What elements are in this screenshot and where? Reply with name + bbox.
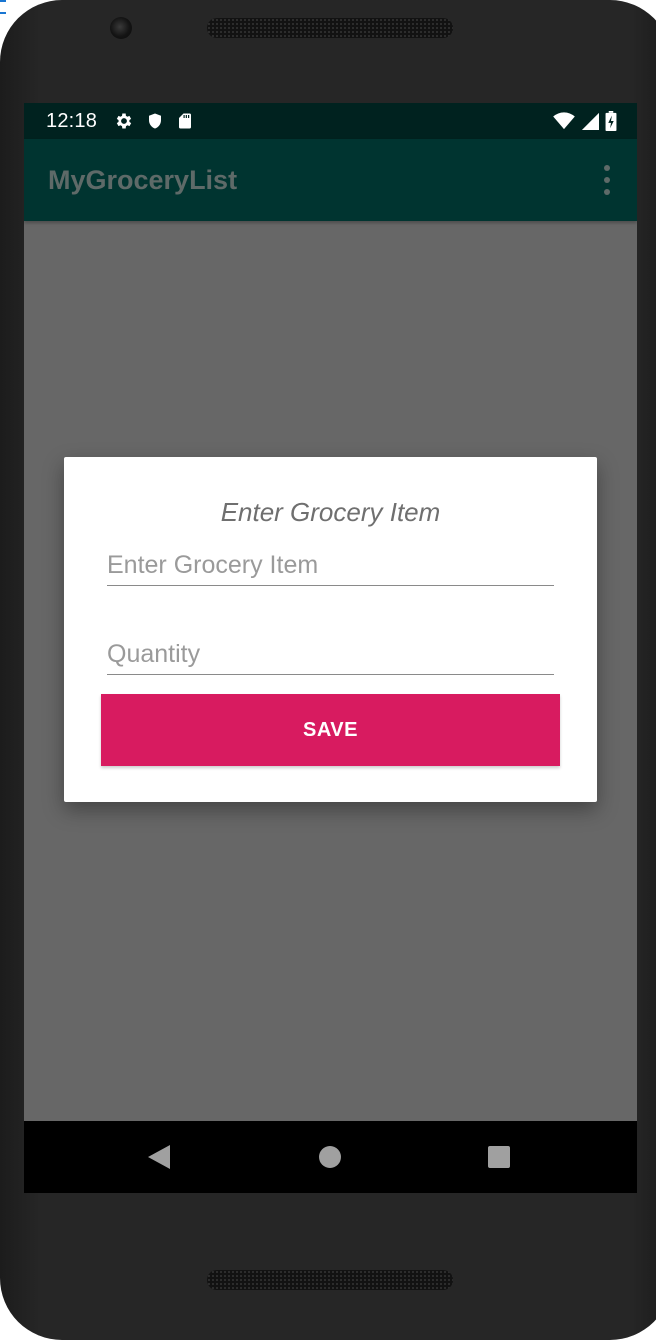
shield-icon: [146, 111, 164, 136]
battery-charging-icon: [605, 111, 617, 136]
save-button[interactable]: SAVE: [101, 694, 560, 766]
navigation-bar: [24, 1121, 637, 1193]
window-edge-marker: [0, 0, 6, 14]
top-speaker-grille: [207, 18, 453, 38]
dialog-title: Enter Grocery Item: [220, 497, 441, 527]
quantity-field: [107, 634, 554, 675]
app-bar: MyGroceryList: [24, 139, 637, 221]
recents-icon[interactable]: [488, 1146, 510, 1168]
device-screen: 12:18 MyGroceryList Enter Grocery Item E…: [24, 103, 637, 1193]
add-item-dialog: Enter Grocery Item SAVE: [64, 457, 597, 802]
wifi-icon: [553, 112, 575, 135]
bottom-speaker-grille: [207, 1270, 453, 1290]
status-time: 12:18: [46, 110, 98, 132]
grocery-item-input[interactable]: [107, 545, 554, 585]
status-bar: 12:18: [24, 103, 637, 139]
menu-dot: [604, 189, 610, 195]
sd-card-icon: [176, 111, 194, 136]
cell-signal-icon: [581, 112, 599, 135]
menu-dot: [604, 177, 610, 183]
grocery-item-field: [107, 545, 554, 586]
app-title: MyGroceryList: [48, 165, 238, 195]
front-camera: [110, 17, 132, 39]
gear-icon: [114, 111, 134, 136]
back-icon[interactable]: [148, 1145, 170, 1174]
home-icon[interactable]: [319, 1146, 341, 1168]
status-notification-icons: [114, 111, 194, 136]
quantity-input[interactable]: [107, 634, 554, 674]
more-vert-icon[interactable]: [597, 165, 617, 195]
status-system-icons: [553, 111, 617, 136]
menu-dot: [604, 165, 610, 171]
